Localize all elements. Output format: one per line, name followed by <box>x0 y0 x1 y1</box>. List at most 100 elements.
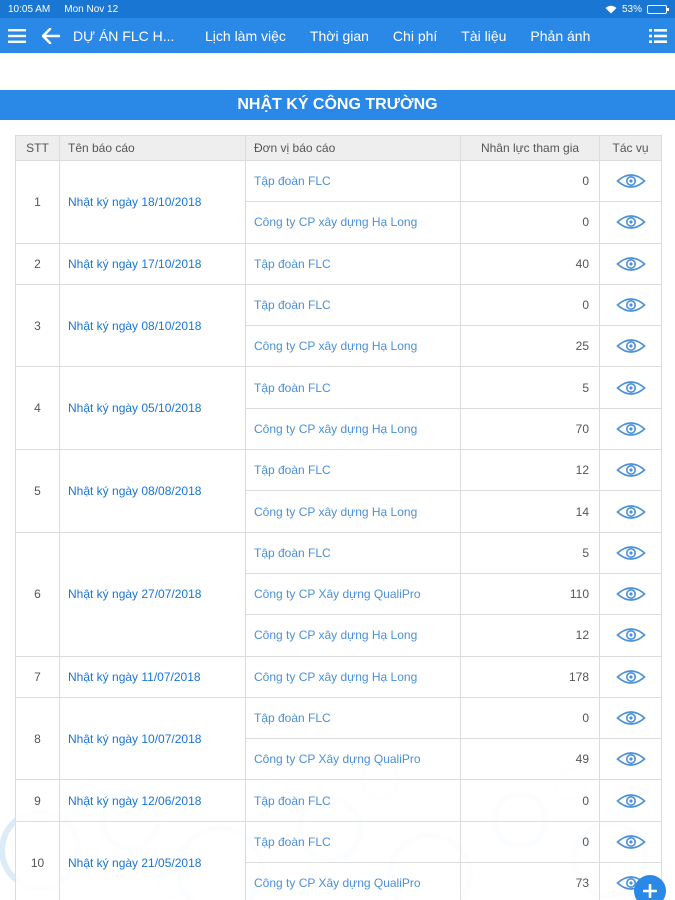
cell-stt: 5 <box>15 449 60 533</box>
battery-percent: 53% <box>621 3 642 15</box>
report-unit-link[interactable]: Tập đoàn FLC <box>245 779 461 822</box>
table-row: 9 Nhật ký ngày 12/06/2018 Tập đoàn FLC 0 <box>15 779 662 822</box>
report-unit-link[interactable]: Công ty CP xây dựng Hạ Long <box>245 407 461 451</box>
cell-workforce: 14 <box>460 490 600 533</box>
report-name-link[interactable]: Nhật ký ngày 11/07/2018 <box>59 655 246 698</box>
cell-workforce: 73 <box>460 862 600 900</box>
report-unit-link[interactable]: Công ty CP Xây dựng QualiPro <box>245 572 461 616</box>
hamburger-menu-button[interactable] <box>0 18 34 53</box>
nav-tab-schedule[interactable]: Lịch làm việc <box>193 28 298 44</box>
report-unit-link[interactable]: Tập đoàn FLC <box>245 242 461 285</box>
view-action-cell[interactable] <box>599 738 662 781</box>
battery-icon <box>647 4 669 14</box>
back-arrow-icon <box>42 27 60 44</box>
plus-icon <box>643 884 657 898</box>
eye-icon <box>615 380 646 395</box>
report-unit-link[interactable]: Công ty CP Xây dựng QualiPro <box>245 738 461 781</box>
eye-icon <box>615 298 646 312</box>
cell-workforce: 0 <box>460 696 600 740</box>
table-row: 7 Nhật ký ngày 11/07/2018 Công ty CP xây d… <box>15 655 662 698</box>
report-name-link[interactable]: Nhật ký ngày 05/10/2018 <box>59 366 246 451</box>
report-name-link[interactable]: Nhật ký ngày 17/10/2018 <box>59 242 246 285</box>
view-action-cell[interactable] <box>599 159 662 203</box>
view-action-cell[interactable] <box>599 325 662 368</box>
eye-icon <box>615 793 646 808</box>
header-workforce: Nhân lực tham gia <box>460 135 600 161</box>
view-action-cell[interactable] <box>599 242 662 285</box>
eye-icon <box>615 587 646 601</box>
cell-workforce: 25 <box>460 325 600 368</box>
eye-icon <box>615 669 646 684</box>
view-action-cell[interactable] <box>599 779 662 822</box>
report-name-link[interactable]: Nhật ký ngày 08/08/2018 <box>59 449 246 533</box>
view-action-cell[interactable] <box>599 449 662 492</box>
view-action-cell[interactable] <box>599 655 662 698</box>
nav-tab-documents[interactable]: Tài liệu <box>449 28 518 44</box>
nav-tab-cost[interactable]: Chi phí <box>381 28 449 44</box>
view-action-cell[interactable] <box>599 531 662 574</box>
site-diary-table: STT Tên báo cáo Đơn vị báo cáo Nhân lực … <box>15 135 662 900</box>
report-unit-link[interactable]: Công ty CP xây dựng Hạ Long <box>245 614 461 657</box>
table-row: 10 Nhật ký ngày 21/05/2018 Tập đoàn FLC 0 <box>15 820 662 900</box>
status-right: 53% <box>605 3 669 15</box>
view-action-cell[interactable] <box>599 614 662 657</box>
header-report-name: Tên báo cáo <box>59 135 246 161</box>
add-button[interactable] <box>634 875 666 900</box>
report-name-link[interactable]: Nhật ký ngày 08/10/2018 <box>59 283 246 368</box>
eye-icon <box>615 711 646 725</box>
nav-tab-time[interactable]: Thời gian <box>298 28 381 44</box>
cell-stt: 6 <box>15 531 60 657</box>
status-bar: 10:05 AM Mon Nov 12 53% <box>0 0 675 18</box>
view-action-cell[interactable] <box>599 407 662 451</box>
report-unit-link[interactable]: Công ty CP xây dựng Hạ Long <box>245 490 461 533</box>
view-action-cell[interactable] <box>599 366 662 409</box>
table-row: 1 Nhật ký ngày 18/10/2018 Tập đoàn FLC 0 <box>15 159 662 244</box>
table-body: 1 Nhật ký ngày 18/10/2018 Tập đoàn FLC 0 Côn… <box>15 159 662 900</box>
report-unit-link[interactable]: Tập đoàn FLC <box>245 449 461 492</box>
report-unit-link[interactable]: Công ty CP Xây dựng QualiPro <box>245 862 461 900</box>
report-name-link[interactable]: Nhật ký ngày 27/07/2018 <box>59 531 246 657</box>
cell-workforce: 40 <box>460 242 600 285</box>
report-unit-link[interactable]: Công ty CP xây dựng Hạ Long <box>245 325 461 368</box>
cell-stt: 8 <box>15 696 60 781</box>
view-action-cell[interactable] <box>599 820 662 864</box>
cell-workforce: 0 <box>460 159 600 203</box>
cell-stt: 4 <box>15 366 60 451</box>
report-unit-link[interactable]: Tập đoàn FLC <box>245 159 461 203</box>
view-action-cell[interactable] <box>599 572 662 616</box>
project-title[interactable]: DỰ ÁN FLC H... <box>73 28 185 44</box>
wifi-icon <box>605 5 617 13</box>
back-button[interactable] <box>34 18 68 53</box>
header-actions: Tác vụ <box>599 135 662 161</box>
view-action-cell[interactable] <box>599 490 662 533</box>
report-unit-link[interactable]: Tập đoàn FLC <box>245 283 461 327</box>
table-row: 3 Nhật ký ngày 08/10/2018 Tập đoàn FLC 0 <box>15 283 662 368</box>
nav-tabs: Lịch làm việc Thời gian Chi phí Tài liệu… <box>193 28 602 44</box>
report-unit-link[interactable]: Công ty CP xây dựng Hạ Long <box>245 655 461 698</box>
report-unit-link[interactable]: Tập đoàn FLC <box>245 696 461 740</box>
more-menu-button[interactable] <box>641 18 675 53</box>
status-time: 10:05 AM <box>8 3 51 15</box>
report-name-link[interactable]: Nhật ký ngày 18/10/2018 <box>59 160 246 244</box>
report-unit-link[interactable]: Công ty CP xây dựng Hạ Long <box>245 201 461 244</box>
report-unit-link[interactable]: Tập đoàn FLC <box>245 820 461 864</box>
table-row: 5 Nhật ký ngày 08/08/2018 Tập đoàn FLC 12 <box>15 449 662 533</box>
cell-workforce: 0 <box>460 779 600 822</box>
report-name-link[interactable]: Nhật ký ngày 10/07/2018 <box>59 696 246 781</box>
report-name-link[interactable]: Nhật ký ngày 12/06/2018 <box>59 779 246 822</box>
list-menu-icon <box>649 28 667 43</box>
nav-tab-feedback[interactable]: Phản ánh <box>518 28 602 44</box>
view-action-cell[interactable] <box>599 201 662 244</box>
header-report-unit: Đơn vị báo cáo <box>245 135 461 161</box>
cell-workforce: 5 <box>460 366 600 409</box>
table-row: 6 Nhật ký ngày 27/07/2018 Tập đoàn FLC 5 <box>15 531 662 657</box>
eye-icon <box>615 504 646 519</box>
view-action-cell[interactable] <box>599 696 662 740</box>
report-name-link[interactable]: Nhật ký ngày 21/05/2018 <box>59 820 246 900</box>
view-action-cell[interactable] <box>599 283 662 327</box>
report-unit-link[interactable]: Tập đoàn FLC <box>245 531 461 574</box>
page-title: NHẬT KÝ CÔNG TRƯỜNG <box>0 90 675 120</box>
report-unit-link[interactable]: Tập đoàn FLC <box>245 366 461 409</box>
eye-icon <box>615 422 646 436</box>
table-header-row: STT Tên báo cáo Đơn vị báo cáo Nhân lực … <box>15 135 662 161</box>
